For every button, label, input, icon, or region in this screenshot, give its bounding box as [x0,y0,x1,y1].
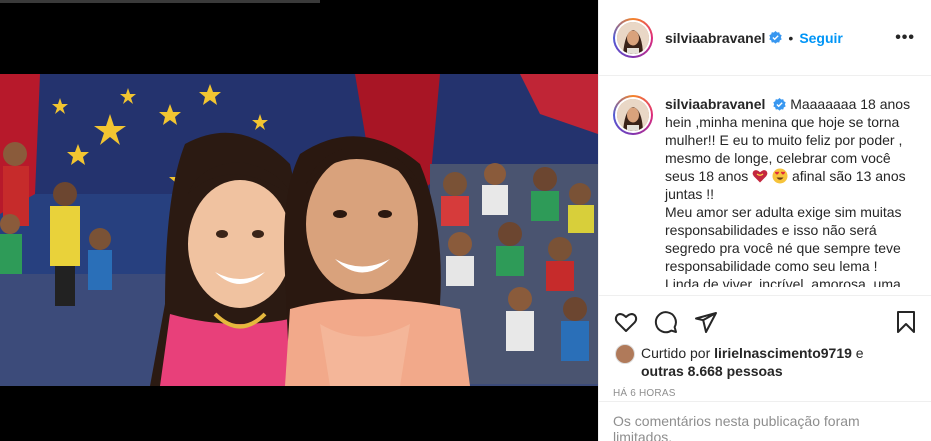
author-username[interactable]: silviaabravanel [665,30,765,46]
post-photo[interactable] [0,74,598,386]
caption-username[interactable]: silviaabravanel [665,96,765,112]
verified-badge-icon [773,98,786,111]
author-avatar-image [617,21,649,54]
action-icons-row [613,302,919,342]
caption-paragraph-1: silviaabravanel Maaaaaaa 18 anos hein ,m… [665,95,915,203]
media-pane [0,0,598,441]
verified-badge-icon [769,31,783,44]
liker-avatar[interactable] [615,344,635,364]
comment-icon[interactable] [653,309,679,335]
liked-by-prefix: Curtido por [641,345,711,361]
others-likes-link[interactable]: outras 8.668 pessoas [641,363,783,379]
likes-text: Curtido por lirielnascimento9719 e outra… [641,344,864,380]
previous-post-strip [0,0,320,3]
caption-author-avatar-image [617,99,649,131]
likes-summary: Curtido por lirielnascimento9719 e outra… [613,344,919,380]
post-time[interactable]: HÁ 6 HORAS [613,388,919,399]
send-icon[interactable] [693,309,719,335]
heart-emoji-icon [752,170,768,183]
liked-by-and: e [855,345,864,361]
more-options-icon[interactable]: ••• [895,29,915,47]
caption-paragraph-2: Meu amor ser adulta exige sim muitas res… [665,204,902,274]
caption: silviaabravanel Maaaaaaa 18 anos hein ,m… [665,95,915,287]
comments-limited-notice: Os comentários nesta publicação foram li… [599,401,931,441]
separator-dot: • [788,29,794,46]
author-avatar[interactable] [613,17,653,58]
bookmark-icon[interactable] [893,309,919,335]
heart-eyes-emoji-icon [772,168,788,184]
post-photo-illustration [0,74,598,386]
post-details-panel: silviaabravanel • Seguir ••• silviaabrav… [598,0,931,441]
caption-paragraph-3: Linda de viver, incrível, amorosa, uma [665,276,901,287]
heart-icon[interactable] [613,309,639,335]
follow-button[interactable]: Seguir [799,30,843,46]
liked-by-user[interactable]: lirielnascimento9719 [714,345,852,361]
caption-author-avatar[interactable] [613,95,653,135]
post-actions: Curtido por lirielnascimento9719 e outra… [599,295,931,399]
caption-area[interactable]: silviaabravanel Maaaaaaa 18 anos hein ,m… [599,77,931,287]
post-header: silviaabravanel • Seguir ••• [599,0,931,76]
